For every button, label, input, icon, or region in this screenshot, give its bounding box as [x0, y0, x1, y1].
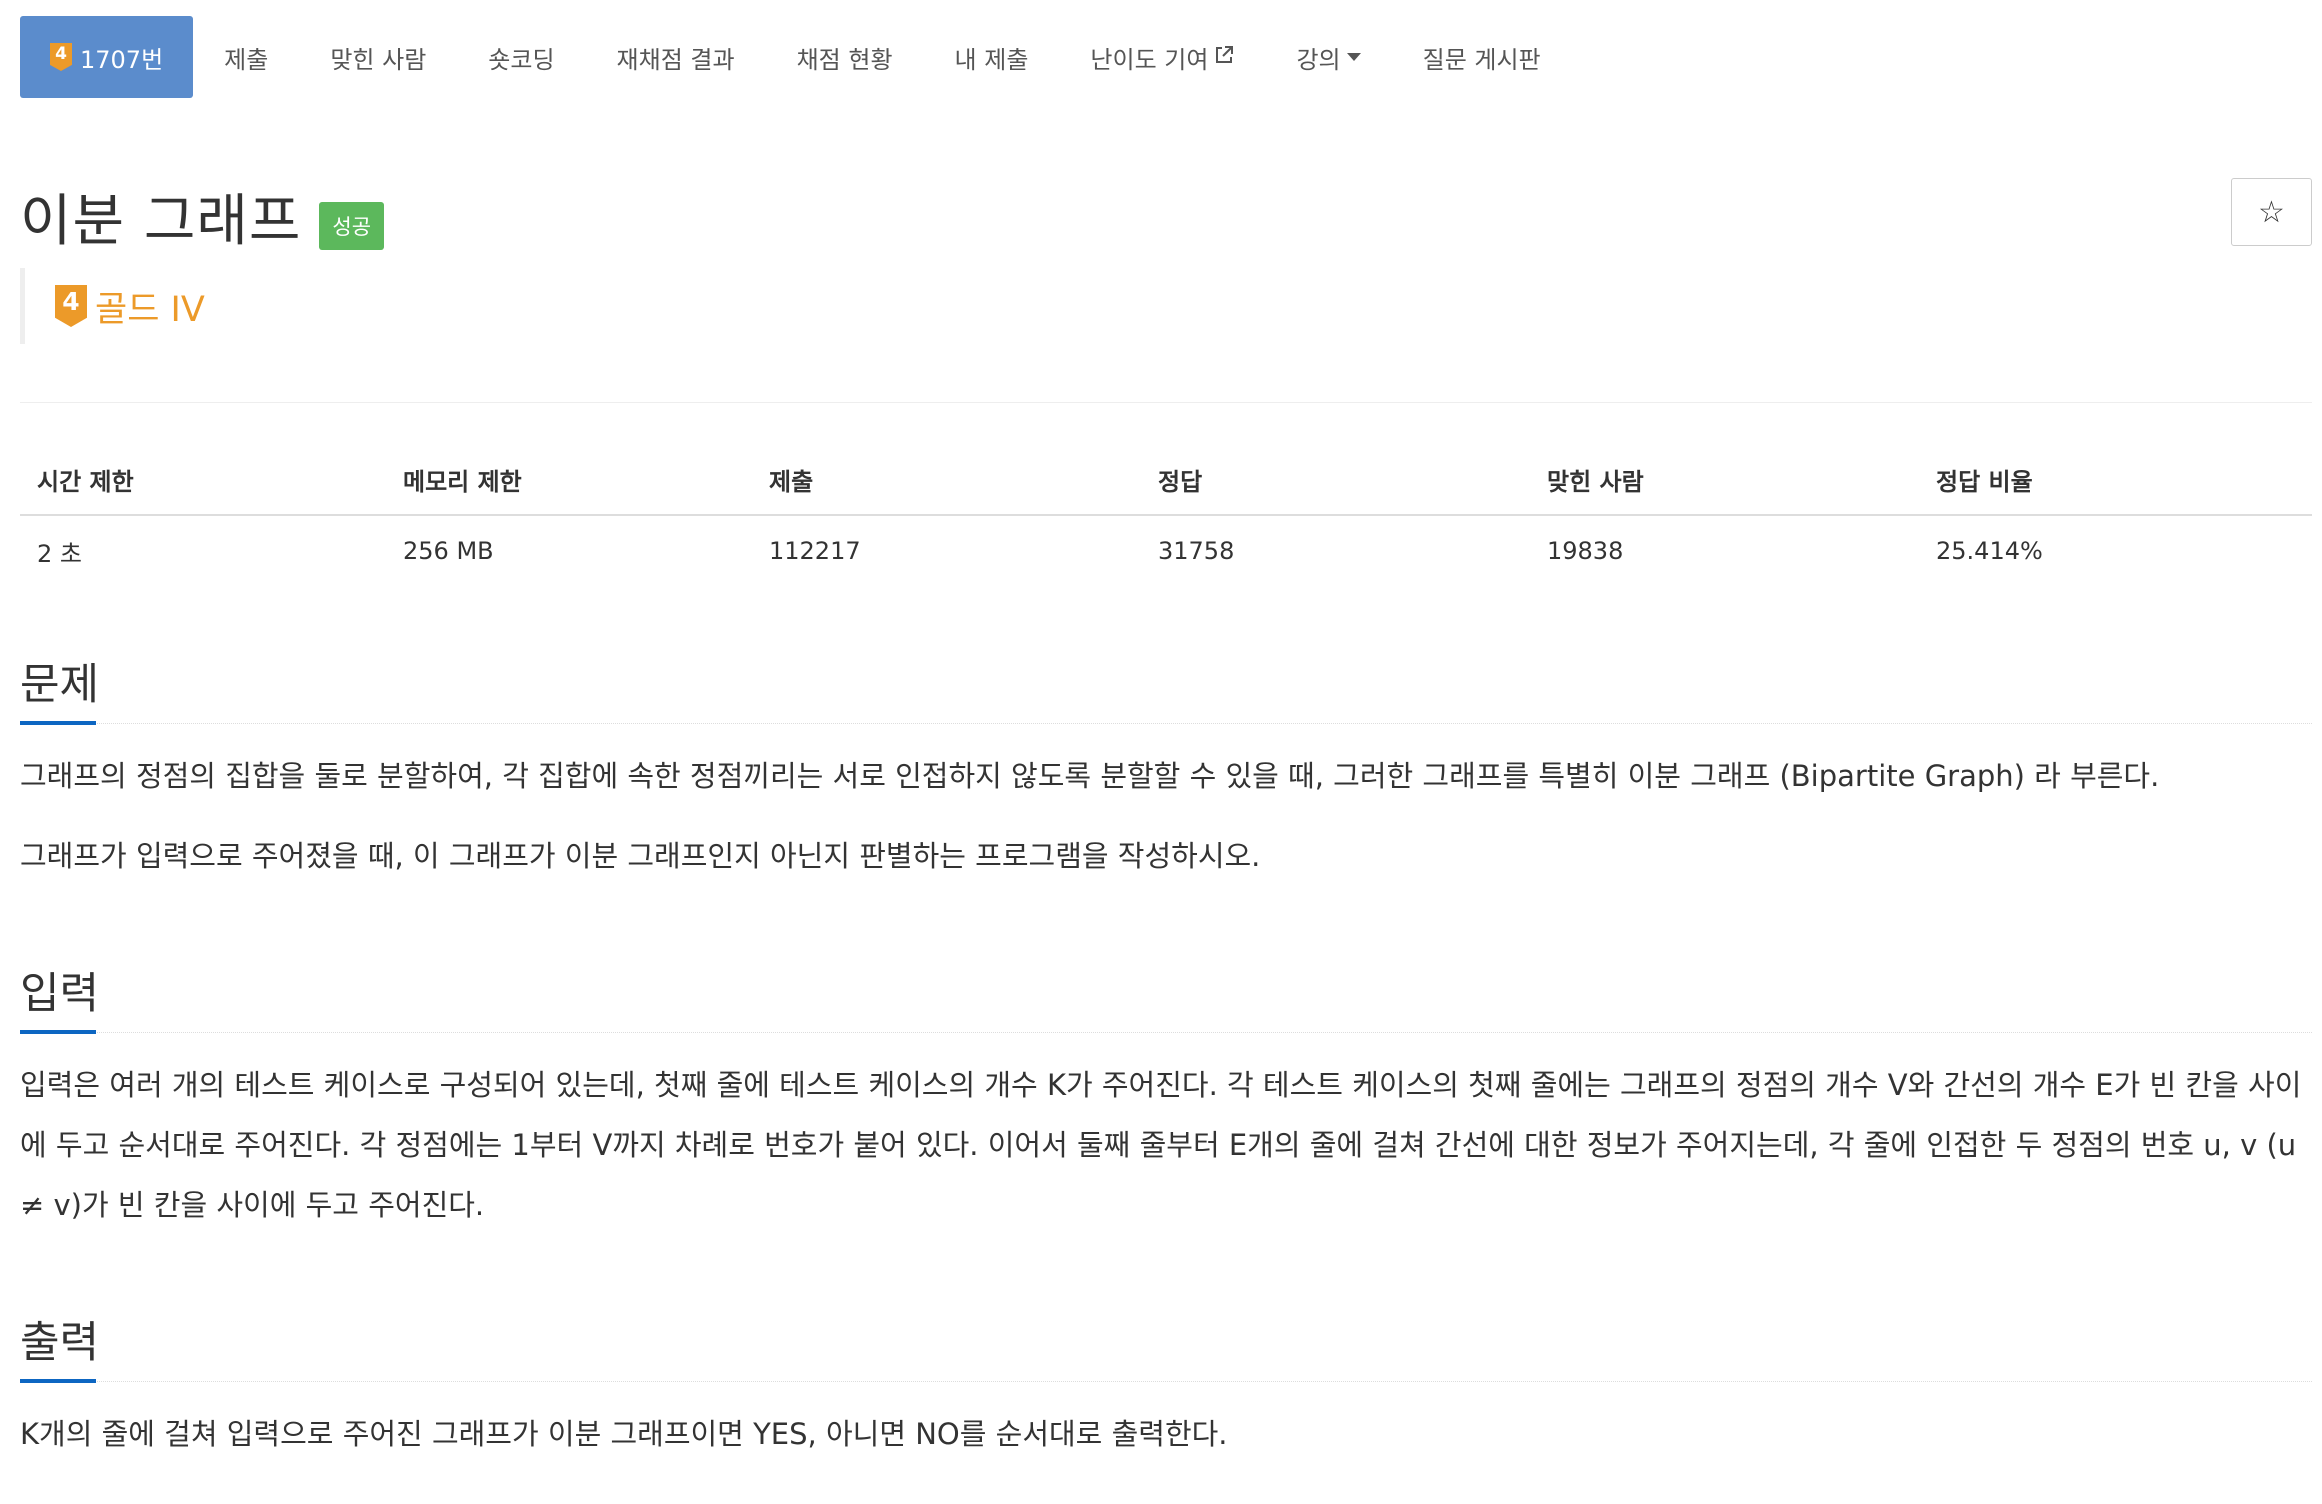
- section-body: 그래프의 정점의 집합을 둘로 분할하여, 각 집합에 속한 정점끼리는 서로 …: [20, 724, 2312, 886]
- nav-tab-qna-board[interactable]: 질문 게시판: [1392, 16, 1572, 98]
- tier-badge-icon: 4: [55, 285, 87, 327]
- external-link-icon: [1214, 43, 1234, 71]
- section-input: 입력 입력은 여러 개의 테스트 케이스로 구성되어 있는데, 첫째 줄에 테스…: [20, 953, 2312, 1255]
- nav-tab-difficulty-contribution[interactable]: 난이도 기여: [1059, 16, 1265, 98]
- nav-tab-status[interactable]: 채점 현황: [766, 16, 924, 98]
- description-paragraph: 그래프의 정점의 집합을 둘로 분할하여, 각 집합에 속한 정점끼리는 서로 …: [20, 759, 2160, 793]
- section-header: 입력: [20, 953, 2312, 1034]
- header-solved-users: 맞힌 사람: [1530, 444, 1919, 516]
- section-description: 문제 그래프의 정점의 집합을 둘로 분할하여, 각 집합에 속한 정점끼리는 …: [20, 644, 2312, 906]
- header-memory-limit: 메모리 제한: [386, 444, 752, 516]
- nav-tab-short-coding[interactable]: 숏코딩: [457, 16, 585, 98]
- section-header: 문제: [20, 644, 2312, 725]
- cell-accepted: 31758: [1158, 537, 1235, 565]
- header-submissions: 제출: [752, 444, 1141, 516]
- output-paragraph: K개의 줄에 걸쳐 입력으로 주어진 그래프가 이분 그래프이면 YES, 아니…: [20, 1417, 1228, 1451]
- nav-tab-difficulty-label: 난이도 기여: [1090, 45, 1209, 74]
- description-paragraph: 그래프가 입력으로 주어졌을 때, 이 그래프가 이분 그래프인지 아닌지 판별…: [20, 839, 1261, 873]
- nav-tab-my-submissions[interactable]: 내 제출: [924, 16, 1060, 98]
- problem-info-table: 시간 제한 메모리 제한 제출 정답 맞힌 사람 정답 비율 2 초 256 M…: [20, 444, 2312, 586]
- cell-memory-limit: 256 MB: [403, 537, 494, 565]
- section-header: 출력: [20, 1302, 2312, 1383]
- cell-time-limit: 2 초: [37, 539, 82, 568]
- nav-tab-submit[interactable]: 제출: [193, 16, 299, 98]
- nav-tab-problem-label: 1707번: [80, 45, 164, 74]
- section-underline: [20, 1030, 96, 1034]
- nav-tab-solved-users[interactable]: 맞힌 사람: [299, 16, 457, 98]
- section-underline: [20, 721, 96, 725]
- header-time-limit: 시간 제한: [20, 444, 386, 516]
- cell-submissions: 112217: [769, 537, 861, 565]
- problem-nav: 4 1707번 제출 맞힌 사람 숏코딩 재채점 결과 채점 현황 내 제출 난…: [20, 16, 1572, 98]
- input-paragraph: 입력은 여러 개의 테스트 케이스로 구성되어 있는데, 첫째 줄에 테스트 케…: [20, 1068, 2302, 1222]
- section-body: K개의 줄에 걸쳐 입력으로 주어진 그래프가 이분 그래프이면 YES, 아니…: [20, 1382, 2312, 1464]
- nav-tab-lectures-label: 강의: [1296, 45, 1341, 74]
- cell-accept-ratio: 25.414%: [1936, 537, 2043, 565]
- table-header-row: 시간 제한 메모리 제한 제출 정답 맞힌 사람 정답 비율: [20, 444, 2312, 516]
- divider: [20, 402, 2312, 403]
- star-icon: ☆: [2258, 194, 2285, 230]
- section-body: 입력은 여러 개의 테스트 케이스로 구성되어 있는데, 첫째 줄에 테스트 케…: [20, 1033, 2312, 1235]
- nav-tab-lectures[interactable]: 강의: [1265, 16, 1391, 98]
- nav-tab-problem[interactable]: 4 1707번: [20, 16, 194, 98]
- caret-down-icon: [1346, 53, 1361, 61]
- tier-block: 4 골드 IV: [20, 268, 205, 344]
- problem-title: 이분 그래프: [20, 189, 302, 254]
- table-row: 2 초 256 MB 112217 31758 19838 25.414%: [20, 515, 2312, 586]
- section-output: 출력 K개의 줄에 걸쳐 입력으로 주어진 그래프가 이분 그래프이면 YES,…: [20, 1302, 2312, 1484]
- section-title-input: 입력: [20, 969, 100, 1019]
- nav-tab-rejudge[interactable]: 재채점 결과: [586, 16, 766, 98]
- problem-title-row: 이분 그래프 성공: [20, 176, 385, 257]
- tier-label: 골드 IV: [95, 289, 205, 330]
- status-badge: 성공: [319, 201, 385, 250]
- header-accept-ratio: 정답 비율: [1919, 444, 2312, 516]
- tier-badge-icon: 4: [50, 43, 72, 71]
- section-title-description: 문제: [20, 660, 100, 710]
- cell-solved-users: 19838: [1547, 537, 1624, 565]
- favorite-star-button[interactable]: ☆: [2231, 178, 2312, 246]
- section-underline: [20, 1379, 96, 1383]
- header-accepted: 정답: [1141, 444, 1530, 516]
- section-title-output: 출력: [20, 1318, 100, 1368]
